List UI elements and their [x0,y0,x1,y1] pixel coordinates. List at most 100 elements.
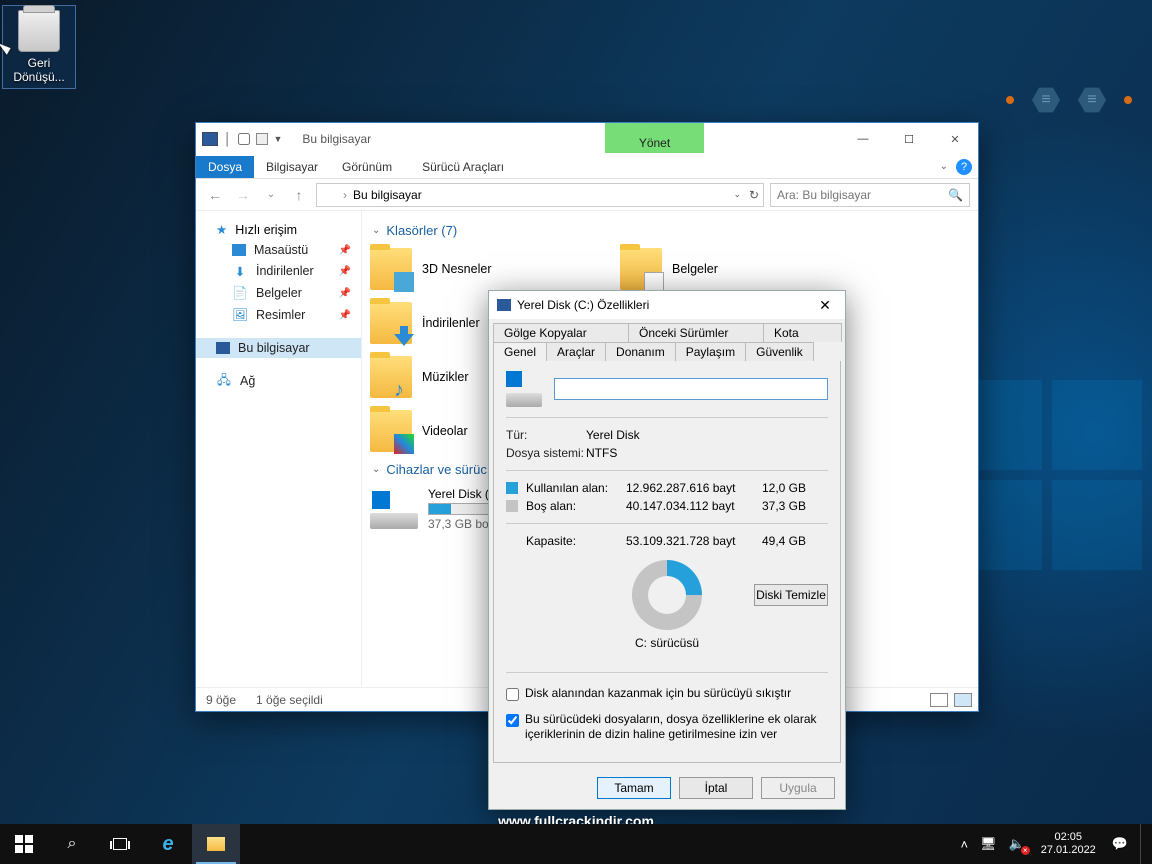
recycle-bin-desktop-icon[interactable]: GeriDönüşü... [2,5,76,89]
volume-label-input[interactable] [554,378,828,400]
close-button[interactable]: ✕ [813,297,837,314]
quick-access-toolbar: │ ▼ [196,132,288,146]
free-gb: 37,3 GB [756,499,806,513]
ribbon-tabs: Dosya Bilgisayar Görünüm Sürücü Araçları… [196,155,978,179]
search-input[interactable]: Ara: Bu bilgisayar 🔍 [770,183,970,207]
properties-title: Yerel Disk (C:) Özellikleri [517,298,649,312]
history-dropdown[interactable]: ⌄ [260,189,282,200]
tab-file[interactable]: Dosya [196,156,254,178]
tab-security[interactable]: Güvenlik [745,342,814,361]
task-view-icon [113,838,127,850]
qat-dropdown-icon[interactable]: ▼ [274,134,283,144]
sidebar-quick-access[interactable]: ★ Hızlı erişim [196,219,361,240]
taskbar: ⌕ e ˄ 🖥 🔈 02:05 27.01.2022 💬 [0,824,1152,864]
search-icon[interactable]: 🔍 [948,188,963,202]
start-button[interactable] [0,824,48,864]
details-view-button[interactable] [930,693,948,707]
tab-previous-versions[interactable]: Önceki Sürümler [628,323,764,342]
ribbon-collapse-icon[interactable]: ⌄ [940,161,948,172]
wallpaper-decoration: ≡ ≡ [1006,86,1132,114]
qat-button[interactable] [256,133,268,145]
tray-network-icon[interactable]: 🖥 [980,836,997,852]
up-button[interactable]: ↑ [288,187,310,203]
drive-tools-context-header: Yönet [605,123,704,153]
group-folders-header[interactable]: ⌄ Klasörler (7) [362,219,978,242]
tab-drive-tools[interactable]: Sürücü Araçları [410,156,516,178]
pin-icon: 📌 [339,245,351,256]
large-icons-view-button[interactable] [954,693,972,707]
address-bar[interactable]: › Bu bilgisayar ⌄ ↻ [316,183,764,207]
sidebar-this-pc[interactable]: Bu bilgisayar [196,338,361,358]
type-label: Tür: [506,428,586,442]
tab-shadow-copies[interactable]: Gölge Kopyalar [493,323,629,342]
show-desktop-button[interactable] [1140,824,1146,864]
cancel-button[interactable]: İptal [679,777,753,799]
address-dropdown-icon[interactable]: ⌄ [733,189,741,200]
tray-volume-icon[interactable]: 🔈 [1009,836,1025,852]
sidebar-documents[interactable]: 📄 Belgeler 📌 [196,282,361,304]
free-bytes: 40.147.034.112 bayt [626,499,756,513]
maximize-button[interactable]: ☐ [886,124,932,154]
ie-button[interactable]: e [144,824,192,864]
disk-cleanup-button[interactable]: Diski Temizle [754,584,828,606]
music-icon: ♪ [394,380,414,400]
tab-computer[interactable]: Bilgisayar [254,156,330,178]
status-selected: 1 öğe seçildi [256,693,323,707]
task-view-button[interactable] [96,824,144,864]
ok-button[interactable]: Tamam [597,777,671,799]
close-button[interactable]: ✕ [932,124,978,154]
search-icon: ⌕ [68,835,77,853]
explorer-taskbar-button[interactable] [192,824,240,864]
video-icon [394,434,414,454]
system-tray: ˄ 🖥 🔈 02:05 27.01.2022 💬 [960,824,1152,864]
tab-sharing[interactable]: Paylaşım [675,342,746,361]
qat-checkbox[interactable] [238,133,250,145]
tab-hardware[interactable]: Donanım [605,342,676,361]
sidebar-network[interactable]: 🖧 Ağ [196,370,361,392]
refresh-icon[interactable]: ↻ [749,188,759,202]
sidebar-pictures[interactable]: 🖼 Resimler 📌 [196,304,361,326]
type-value: Yerel Disk [586,428,640,442]
pin-icon: 📌 [339,288,351,299]
tray-clock[interactable]: 02:05 27.01.2022 [1037,831,1100,857]
folder-icon [370,302,412,344]
apply-button[interactable]: Uygula [761,777,835,799]
compress-label: Disk alanından kazanmak için bu sürücüyü… [525,686,828,702]
tab-general[interactable]: Genel [493,342,547,361]
used-bytes: 12.962.287.616 bayt [626,481,756,495]
folder-icon [370,410,412,452]
tab-tools[interactable]: Araçlar [546,342,606,361]
trash-icon [18,10,60,52]
picture-icon: 🖼 [232,307,248,323]
pin-icon: 📌 [339,266,351,277]
folder-icon [207,837,225,851]
drive-letter-label: C: sürücüsü [635,636,699,650]
sidebar-desktop[interactable]: Masaüstü 📌 [196,240,361,260]
folder-documents[interactable]: Belgeler [612,242,862,296]
breadcrumb-this-pc[interactable]: Bu bilgisayar [353,188,422,202]
explorer-titlebar[interactable]: │ ▼ Bu bilgisayar — ☐ ✕ [196,123,978,155]
tab-view[interactable]: Görünüm [330,156,404,178]
tray-chevron-up-icon[interactable]: ˄ [960,837,968,852]
compress-checkbox[interactable] [506,688,519,701]
forward-button[interactable]: → [232,187,254,203]
minimize-button[interactable]: — [840,124,886,154]
windows-icon [15,835,33,853]
star-icon: ★ [216,222,227,237]
disk-properties-dialog: Yerel Disk (C:) Özellikleri ✕ Gölge Kopy… [488,290,846,810]
properties-titlebar[interactable]: Yerel Disk (C:) Özellikleri ✕ [489,291,845,319]
tab-quota[interactable]: Kota [763,323,842,342]
action-center-icon[interactable]: 💬 [1112,836,1128,852]
folder-3d-objects[interactable]: 3D Nesneler [362,242,612,296]
used-label: Kullanılan alan: [526,481,626,495]
this-pc-icon [216,342,230,354]
index-checkbox[interactable] [506,714,519,727]
explorer-sidebar: ★ Hızlı erişim Masaüstü 📌 ⬇ İndirilenler… [196,211,362,687]
capacity-label: Kapasite: [526,534,626,548]
sidebar-downloads[interactable]: ⬇ İndirilenler 📌 [196,260,361,282]
chevron-down-icon: ⌄ [372,225,380,236]
ie-icon: e [162,833,173,856]
help-icon[interactable]: ? [956,159,972,175]
back-button[interactable]: ← [204,187,226,203]
search-button[interactable]: ⌕ [48,824,96,864]
